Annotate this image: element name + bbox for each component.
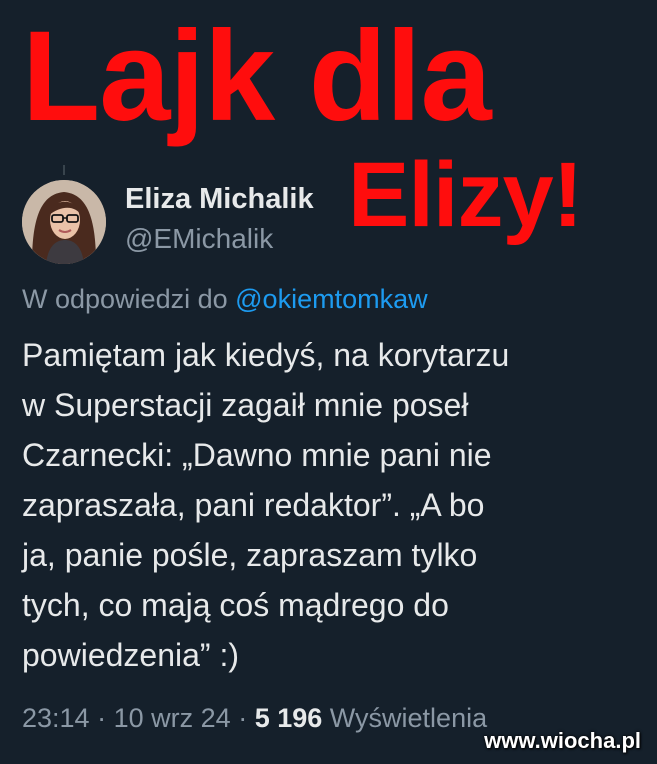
thread-connector-line <box>63 165 65 175</box>
tweet-text-line: Pamiętam jak kiedyś, na korytarzu <box>22 337 510 373</box>
tweet-text-line: tych, co mają coś mądrego do <box>22 587 449 623</box>
headline-title: Lajk dla <box>22 5 492 148</box>
meta-separator: · <box>97 703 107 733</box>
tweet-text-line: powiedzenia” :) <box>22 637 239 673</box>
avatar-image <box>22 180 106 264</box>
watermark: www.wiocha.pl <box>484 728 641 753</box>
author-handle[interactable]: @EMichalik <box>125 223 273 255</box>
meta-separator: · <box>238 703 248 733</box>
tweet-time[interactable]: 23:14 <box>22 703 90 733</box>
headline-subtitle: Elizy! <box>348 144 583 246</box>
reply-prefix: W odpowiedzi do <box>22 284 228 314</box>
author-name[interactable]: Eliza Michalik <box>125 183 314 216</box>
tweet-text: Pamiętam jak kiedyś, na korytarzu w Supe… <box>22 330 642 680</box>
reply-context: W odpowiedzi do @okiemtomkaw <box>22 284 428 315</box>
tweet-date[interactable]: 10 wrz 24 <box>114 703 231 733</box>
tweet-text-line: w Superstacji zagaił mnie poseł <box>22 387 469 423</box>
avatar[interactable] <box>22 180 106 264</box>
tweet-text-line: zapraszała, pani redaktor”. „A bo <box>22 487 485 523</box>
views-label: Wyświetlenia <box>329 703 488 733</box>
tweet-meta: 23:14 · 10 wrz 24 · 5 196 Wyświetlenia <box>22 703 487 734</box>
reply-mention-link[interactable]: @okiemtomkaw <box>235 284 427 314</box>
tweet-text-line: Czarnecki: „Dawno mnie pani nie <box>22 437 492 473</box>
views-count: 5 196 <box>254 703 323 733</box>
tweet-text-line: ja, panie pośle, zapraszam tylko <box>22 537 478 573</box>
